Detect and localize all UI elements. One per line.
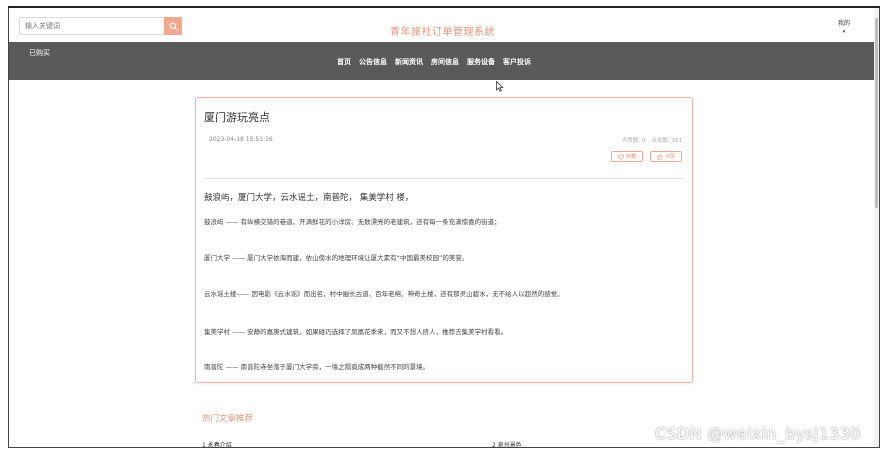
nav-notices[interactable]: 公告信息 <box>359 57 387 67</box>
nav-rooms[interactable]: 房间信息 <box>431 57 459 67</box>
hot-article-item[interactable]: 2 泉州景色 <box>492 440 522 447</box>
likes-count: 点赞数: 0 <box>621 138 646 144</box>
browser-frame: 青年旅社订单管理系统 我的 ▾ 已购买 首页 公告信息 新闻资讯 房间信息 服务… <box>8 6 880 448</box>
heart-icon <box>618 154 624 160</box>
page-scrollbar[interactable] <box>874 8 879 447</box>
clicks-count: 点击数: 201 <box>651 138 682 144</box>
article-paragraph: 南普陀 —— 南普陀寺坐落于厦门大学旁，一墙之隔竟成两种截然不同的景境。 <box>204 363 430 371</box>
nav-home[interactable]: 首页 <box>337 57 351 67</box>
like-label: 点赞 <box>664 154 675 160</box>
nav-complaints[interactable]: 客户投诉 <box>503 57 531 67</box>
article-title: 厦门游玩亮点 <box>204 111 270 124</box>
main-nav: 已购买 首页 公告信息 新闻资讯 房间信息 服务设备 客户投诉 <box>9 42 876 80</box>
nav-news[interactable]: 新闻资讯 <box>395 57 423 67</box>
mine-menu[interactable]: 我的 ▾ <box>838 18 850 35</box>
article-lead: 鼓浪屿，厦门大学，云水谣土，南普陀， 集美学村 楼， <box>204 193 414 203</box>
collect-button[interactable]: 收藏 <box>610 151 643 162</box>
scrollbar-thumb[interactable] <box>875 18 878 208</box>
divider <box>204 178 684 179</box>
article-actions: 收藏 点赞 <box>610 151 682 162</box>
article-paragraph: 集美学村 —— 安静的嘉庚式建筑，如果碰巧选择了凤凰花季来，而又不想人挤人，推荐… <box>204 328 508 336</box>
article-paragraph: 云水谣土楼—— 因电影《云水谣》而出名，村中幽长古道、百年老榕、神奇土楼，还有那… <box>204 290 564 298</box>
nav-items: 首页 公告信息 新闻资讯 房间信息 服务设备 客户投诉 <box>337 57 531 67</box>
mouse-cursor-icon <box>496 81 504 92</box>
nav-services[interactable]: 服务设备 <box>467 57 495 67</box>
article-paragraph: 厦门大学 —— 厦门大学依海而建，依山傍水的地理环境让厦大素有“中国最美校园”的… <box>204 254 469 262</box>
cart-link[interactable]: 已购买 <box>29 48 50 58</box>
article-paragraph: 鼓浪屿 —— 有纵横交错的巷道、开满鲜花的小洋房、无数漂亮的老建筑，还有每一条充… <box>204 218 501 226</box>
chevron-down-icon: ▾ <box>842 29 846 35</box>
article-date: 2023-04-18 15:51:16 <box>209 136 273 143</box>
article-card: 厦门游玩亮点 2023-04-18 15:51:16 点赞数: 0 点击数: 2… <box>195 97 693 383</box>
article-stats: 点赞数: 0 点击数: 201 <box>622 136 682 144</box>
mine-label: 我的 <box>837 20 850 27</box>
collect-label: 收藏 <box>625 154 636 160</box>
hot-article-item[interactable]: 1 永春介绍 <box>202 440 232 447</box>
thumbs-up-icon <box>657 153 663 160</box>
site-title: 青年旅社订单管理系统 <box>390 27 495 38</box>
top-bar: 青年旅社订单管理系统 我的 ▾ <box>9 8 876 42</box>
like-button[interactable]: 点赞 <box>649 151 682 162</box>
hot-articles-title: 热门文章推荐 <box>202 414 254 424</box>
watermark: CSDN @weixin_bysj1330 <box>655 424 861 443</box>
